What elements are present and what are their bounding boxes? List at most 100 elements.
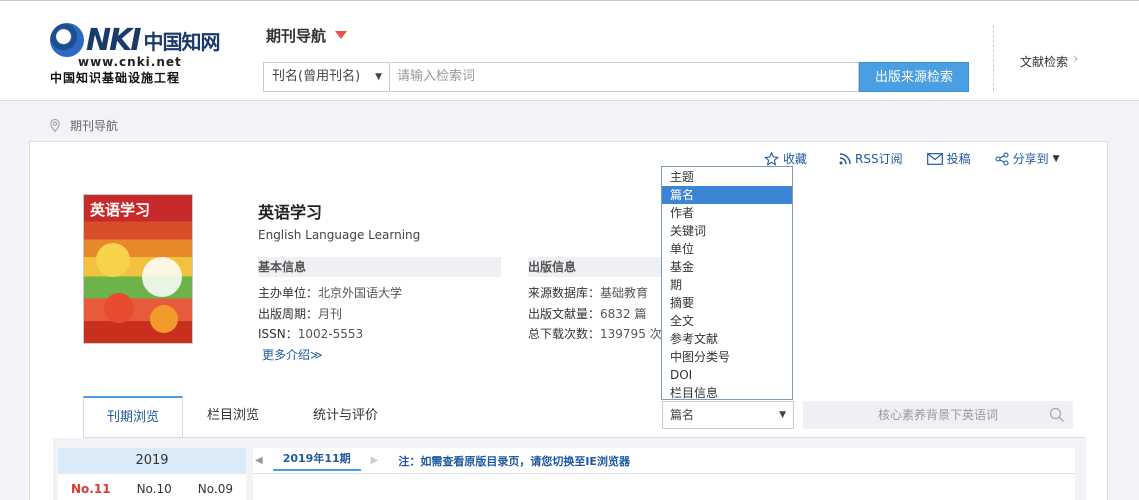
- in-journal-field-select[interactable]: 篇名 ▼: [662, 401, 794, 429]
- search-input-placeholder: 请输入检索词: [397, 69, 476, 84]
- issn-value: 1002-5553: [297, 327, 364, 341]
- downloads-row: 总下载次数：139795 次: [528, 325, 662, 342]
- submit-label: 投稿: [946, 152, 971, 166]
- cover-title: 英语学习: [90, 201, 151, 219]
- location-pin-icon: [50, 119, 60, 132]
- caret-down-icon: ▼: [1052, 153, 1060, 164]
- dropdown-option[interactable]: 参考文献: [662, 330, 792, 348]
- favorite-button[interactable]: 收藏: [764, 150, 807, 167]
- issn-label: ISSN：: [258, 327, 298, 341]
- chevron-down-icon: ▼: [375, 72, 382, 82]
- field-dropdown-list: 主题 篇名 作者 关键词 单位 基金 期 摘要 全文 参考文献 中图分类号 DO…: [661, 166, 793, 400]
- in-journal-search-input[interactable]: 核心素养背景下英语词: [803, 401, 1073, 429]
- dropdown-option[interactable]: 作者: [662, 204, 792, 222]
- search-field-value: 刊名(曾用刊名): [272, 69, 361, 84]
- dropdown-option[interactable]: 栏目信息: [662, 384, 792, 402]
- articles-row: 出版文献量：6832 篇: [528, 305, 646, 322]
- issue-nav: ◀ 2019年11期 ▶ 注：如需查看原版目录页，请您切换至IE浏览器: [255, 450, 630, 471]
- articles-label: 出版文献量：: [528, 307, 601, 321]
- dropdown-option[interactable]: DOI: [662, 366, 792, 384]
- dropdown-option[interactable]: 基金: [662, 258, 792, 276]
- chevron-down-icon: ▼: [779, 410, 786, 420]
- breadcrumb-label[interactable]: 期刊导航: [70, 117, 118, 134]
- sponsor-value: 北京外国语大学: [318, 286, 403, 300]
- dropdown-option[interactable]: 单位: [662, 240, 792, 258]
- literature-search-link[interactable]: 文献检索: [1020, 53, 1068, 70]
- dropdown-option-selected[interactable]: 篇名: [662, 186, 792, 204]
- cycle-row: 出版周期：月刊: [258, 305, 342, 322]
- header-divider: [993, 25, 994, 91]
- journal-english-title: English Language Learning: [258, 228, 421, 242]
- share-icon: [995, 151, 1009, 166]
- rss-button[interactable]: RSS订阅: [839, 150, 903, 167]
- issue-list: No.11 No.10 No.09: [58, 474, 246, 500]
- share-button[interactable]: 分享到 ▼: [995, 150, 1060, 167]
- dropdown-option[interactable]: 中图分类号: [662, 348, 792, 366]
- issue-item-11[interactable]: No.11: [71, 482, 111, 496]
- cycle-value: 月刊: [318, 307, 343, 321]
- cover-art: [150, 305, 178, 333]
- database-value: 基础教育: [600, 286, 649, 300]
- search-field-select[interactable]: 刊名(曾用刊名) ▼: [263, 62, 390, 92]
- journal-panel: 收藏 RSS订阅 投稿 分享到 ▼ 英语学习 英语学习 English Lang…: [29, 141, 1108, 500]
- next-issue-icon[interactable]: ▶: [371, 455, 379, 466]
- articles-value: 6832 篇: [600, 307, 647, 321]
- chevron-right-icon[interactable]: ›: [1073, 51, 1079, 67]
- journal-tabs: 刊期浏览 栏目浏览 统计与评价: [83, 396, 408, 438]
- dropdown-option[interactable]: 主题: [662, 168, 792, 186]
- downloads-label: 总下载次数：: [528, 327, 601, 341]
- tabs-divider: [83, 437, 1086, 438]
- downloads-value: 139795 次: [600, 327, 662, 341]
- star-icon: [764, 151, 779, 166]
- cover-art: [104, 293, 134, 323]
- database-label: 来源数据库：: [528, 286, 601, 300]
- submit-button[interactable]: 投稿: [926, 150, 971, 167]
- envelope-icon: [926, 152, 943, 165]
- current-issue-tab[interactable]: 2019年11期: [272, 450, 361, 471]
- issue-item-09[interactable]: No.09: [198, 482, 233, 496]
- search-input[interactable]: 请输入检索词: [391, 62, 859, 92]
- year-header[interactable]: 2019: [58, 448, 246, 474]
- database-row: 来源数据库：基础教育: [528, 284, 648, 301]
- tab-issue-browse[interactable]: 刊期浏览: [83, 396, 183, 438]
- cover-art: [142, 257, 182, 297]
- basic-info-heading: 基本信息: [258, 257, 501, 277]
- tab-column-browse[interactable]: 栏目浏览: [183, 396, 283, 438]
- in-journal-field-value: 篇名: [670, 408, 695, 422]
- issue-item-10[interactable]: No.10: [137, 482, 172, 496]
- rss-icon: [839, 152, 851, 164]
- journal-cover[interactable]: 英语学习: [83, 194, 193, 344]
- sponsor-label: 主办单位：: [258, 286, 319, 300]
- issn-row: ISSN：1002-5553: [258, 325, 363, 342]
- source-search-button[interactable]: 出版来源检索: [859, 62, 969, 92]
- dropdown-option[interactable]: 期: [662, 276, 792, 294]
- breadcrumb: 期刊导航: [50, 117, 118, 134]
- in-journal-search-placeholder: 核心素养背景下英语词: [877, 408, 998, 422]
- share-label: 分享到: [1012, 152, 1049, 166]
- logo-url: www.cnki.net: [78, 55, 182, 69]
- cover-art: [96, 243, 130, 277]
- caret-down-icon[interactable]: [335, 31, 347, 39]
- sponsor-row: 主办单位：北京外国语大学: [258, 284, 402, 301]
- journal-title: 英语学习: [258, 203, 323, 222]
- dropdown-option[interactable]: 全文: [662, 312, 792, 330]
- previous-issue-icon[interactable]: ◀: [255, 455, 263, 466]
- ie-browser-note[interactable]: 注：如需查看原版目录页，请您切换至IE浏览器: [398, 453, 630, 469]
- dropdown-option[interactable]: 摘要: [662, 294, 792, 312]
- rss-label: RSS订阅: [855, 152, 903, 166]
- tab-statistics[interactable]: 统计与评价: [283, 396, 408, 438]
- more-intro-link[interactable]: 更多介绍≫: [262, 346, 323, 363]
- cnki-globe-icon: [50, 23, 84, 57]
- cycle-label: 出版周期：: [258, 307, 319, 321]
- content-divider: [253, 473, 1075, 474]
- journal-nav-title[interactable]: 期刊导航: [266, 25, 326, 46]
- logo-subtitle: 中国知识基础设施工程: [50, 71, 181, 85]
- favorite-label: 收藏: [783, 152, 808, 166]
- logo-cn-name: 中国知网: [143, 29, 221, 54]
- action-bar: 收藏 RSS订阅 投稿 分享到 ▼: [764, 150, 1084, 167]
- logo-brand: NKI: [86, 22, 142, 58]
- dropdown-option[interactable]: 关键词: [662, 222, 792, 240]
- cnki-logo[interactable]: NKI 中国知网 www.cnki.net 中国知识基础设施工程: [50, 22, 221, 85]
- header: NKI 中国知网 www.cnki.net 中国知识基础设施工程 期刊导航 刊名…: [0, 0, 1139, 101]
- search-icon[interactable]: [1049, 407, 1065, 423]
